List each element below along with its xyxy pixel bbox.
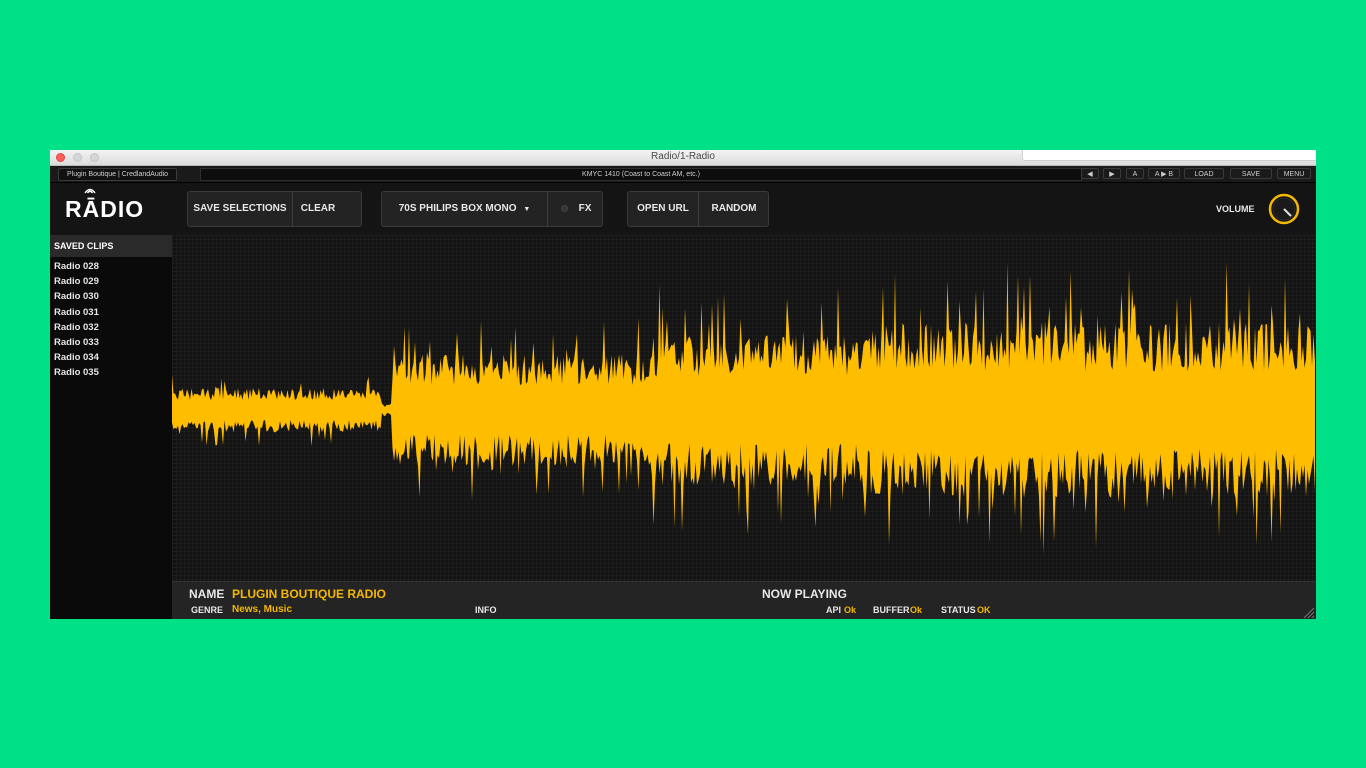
- buffer-status: Ok: [910, 605, 923, 615]
- api-label: API: [826, 605, 842, 615]
- preset-button-group: 70S PHILIPS BOX MONO ▼ FX: [381, 191, 603, 227]
- saved-clip-item[interactable]: Radio 033: [54, 335, 99, 350]
- genre-value: News, Music: [232, 604, 293, 615]
- title-bar: Radio/1-Radio: [50, 150, 1316, 166]
- host-save-button[interactable]: SAVE: [1230, 168, 1272, 179]
- saved-clip-item[interactable]: Radio 032: [54, 320, 99, 335]
- chevron-down-icon: ▼: [523, 206, 531, 213]
- host-load-button[interactable]: LOAD: [1184, 168, 1224, 179]
- saved-clips-heading: SAVED CLIPS: [50, 235, 172, 257]
- source-button-group: OPEN URL RANDOM: [627, 191, 769, 227]
- name-label: NAME: [189, 587, 225, 601]
- status-value: OK: [977, 605, 991, 615]
- fx-button[interactable]: FX: [572, 192, 598, 226]
- open-url-button[interactable]: OPEN URL: [628, 192, 698, 226]
- info-label: INFO: [475, 605, 497, 615]
- resize-grip-icon[interactable]: [1302, 606, 1314, 618]
- saved-clip-item[interactable]: Radio 034: [54, 350, 99, 365]
- host-a-button[interactable]: A: [1126, 168, 1144, 179]
- buffer-label: BUFFER: [873, 605, 910, 615]
- status-label: STATUS: [941, 605, 976, 615]
- radio-logo: RĀDIO: [65, 196, 145, 222]
- waveform-graph: [172, 262, 1315, 555]
- knob-icon[interactable]: [1268, 193, 1300, 225]
- station-info-bar: NAME PLUGIN BOUTIQUE RADIO GENRE News, M…: [172, 581, 1316, 619]
- plugin-window: Radio/1-Radio Plugin Boutique | Credland…: [50, 150, 1316, 619]
- host-menu-button[interactable]: MENU: [1277, 168, 1311, 179]
- fx-led-icon: [561, 205, 568, 212]
- clear-button[interactable]: CLEAR: [293, 192, 343, 226]
- saved-clip-item[interactable]: Radio 030: [54, 289, 99, 304]
- waveform-display[interactable]: [172, 235, 1316, 581]
- saved-clips-sidebar: SAVED CLIPS Radio 028 Radio 029 Radio 030 R…: [50, 235, 172, 619]
- station-name: PLUGIN BOUTIQUE RADIO: [232, 587, 387, 601]
- preset-dropdown-label: 70S PHILIPS BOX MONO: [398, 203, 517, 214]
- saved-clip-item[interactable]: Radio 035: [54, 365, 99, 380]
- host-preset-field[interactable]: KMYC 1410 (Coast to Coast AM, etc.): [200, 168, 1082, 181]
- selection-button-group: SAVE SELECTIONS CLEAR: [187, 191, 362, 227]
- toolbar-divider: [547, 192, 548, 226]
- radio-waves-icon: [84, 188, 96, 194]
- volume-label: VOLUME: [1216, 204, 1255, 214]
- host-a-to-b-button[interactable]: A ▶ B: [1148, 168, 1180, 179]
- saved-clip-item[interactable]: Radio 028: [54, 259, 99, 274]
- host-prev-button[interactable]: ◀: [1081, 168, 1099, 179]
- now-playing-label: NOW PLAYING: [762, 587, 847, 601]
- waveform-shape: [172, 262, 1315, 555]
- host-toolbar: Plugin Boutique | CredlandAudio KMYC 141…: [50, 166, 1316, 183]
- saved-clips-list: Radio 028 Radio 029 Radio 030 Radio 031 Radi…: [54, 259, 99, 381]
- host-track-tab[interactable]: Plugin Boutique | CredlandAudio: [58, 168, 178, 181]
- genre-label: GENRE: [191, 605, 224, 615]
- saved-clip-item[interactable]: Radio 029: [54, 274, 99, 289]
- plugin-toolbar: RĀDIO SAVE SELECTIONS CLEAR 70S PHILIPS …: [50, 183, 1316, 235]
- random-button[interactable]: RANDOM: [699, 192, 769, 226]
- save-selections-button[interactable]: SAVE SELECTIONS: [188, 192, 292, 226]
- titlebar-search-field: [1022, 150, 1316, 161]
- preset-dropdown[interactable]: 70S PHILIPS BOX MONO ▼: [382, 192, 547, 226]
- saved-clip-item[interactable]: Radio 031: [54, 305, 99, 320]
- api-status: Ok: [844, 605, 857, 615]
- host-next-button[interactable]: ▶: [1103, 168, 1121, 179]
